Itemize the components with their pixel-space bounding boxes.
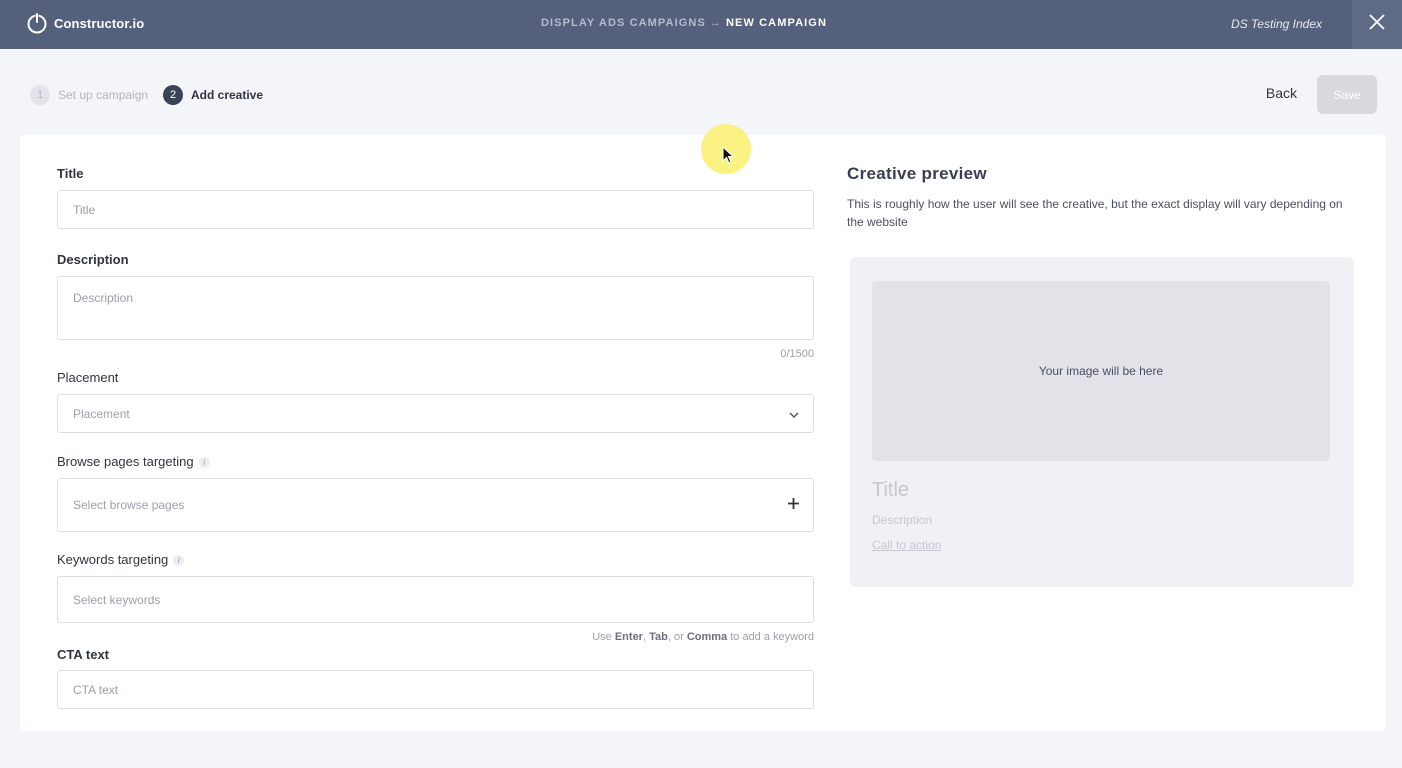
step-number: 1: [30, 85, 50, 105]
preview-heading: Creative preview: [847, 164, 987, 183]
preview-description-text: Description: [872, 513, 933, 527]
preview-image-text: Your image will be here: [1038, 364, 1164, 378]
plus-icon[interactable]: [788, 498, 799, 512]
description-counter: 0/1500: [780, 348, 814, 360]
info-icon[interactable]: i: [173, 555, 185, 567]
keywords-input[interactable]: [57, 576, 814, 623]
close-button[interactable]: [1352, 0, 1402, 49]
browse-pages-label: Browse pages targeting i: [57, 454, 210, 469]
preview-image-placeholder: Your image will be here: [872, 281, 1330, 461]
placement-placeholder: Placement: [73, 406, 130, 421]
browse-pages-label-text: Browse pages targeting: [57, 454, 194, 469]
placement-select[interactable]: Placement: [57, 394, 814, 433]
breadcrumb-current: NEW CAMPAIGN: [726, 17, 827, 29]
back-button[interactable]: Back: [1266, 85, 1297, 101]
close-icon: [1369, 14, 1385, 35]
browse-pages-select[interactable]: Select browse pages: [57, 478, 814, 532]
title-input[interactable]: [57, 190, 814, 229]
preview-cta-link: Call to action: [872, 538, 942, 552]
preview-title-text: Title: [872, 479, 910, 501]
save-button[interactable]: Save: [1317, 75, 1377, 114]
browse-pages-placeholder: Select browse pages: [73, 498, 185, 512]
chevron-down-icon: [789, 407, 799, 421]
cta-input[interactable]: [57, 670, 814, 709]
info-icon[interactable]: i: [198, 457, 210, 469]
step-add-creative[interactable]: 2 Add creative: [163, 85, 263, 105]
keywords-label: Keywords targeting i: [57, 552, 185, 567]
step-bar: 1 Set up campaign 2 Add creative Back Sa…: [0, 49, 1402, 135]
title-label: Title: [57, 166, 84, 181]
description-label: Description: [57, 252, 129, 267]
creative-form-card: Title Description 0/1500 Placement Place…: [20, 135, 1386, 731]
step-setup-campaign[interactable]: 1 Set up campaign: [30, 85, 148, 105]
description-textarea[interactable]: [57, 276, 814, 340]
cta-label: CTA text: [57, 647, 109, 662]
page-content: 1 Set up campaign 2 Add creative Back Sa…: [0, 49, 1402, 768]
breadcrumb-arrow-icon: →: [709, 17, 722, 29]
step-number: 2: [163, 85, 183, 105]
mouse-pointer-icon: [722, 145, 735, 169]
preview-subtitle: This is roughly how the user will see th…: [847, 197, 1343, 229]
creative-preview: Your image will be here Title Descriptio…: [850, 257, 1354, 587]
index-name: DS Testing Index: [1231, 17, 1322, 31]
step-label: Set up campaign: [58, 88, 149, 102]
breadcrumb: DISPLAY ADS CAMPAIGNS → NEW CAMPAIGN: [0, 17, 1368, 29]
placement-label: Placement: [57, 370, 119, 385]
keywords-label-text: Keywords targeting: [57, 552, 169, 567]
step-label: Add creative: [191, 88, 264, 102]
breadcrumb-parent[interactable]: DISPLAY ADS CAMPAIGNS: [541, 17, 706, 29]
keywords-hint: Use Enter, Tab, or Comma to add a keywor…: [592, 631, 814, 643]
top-bar: Constructor.io DISPLAY ADS CAMPAIGNS → NEW…: [0, 0, 1402, 49]
